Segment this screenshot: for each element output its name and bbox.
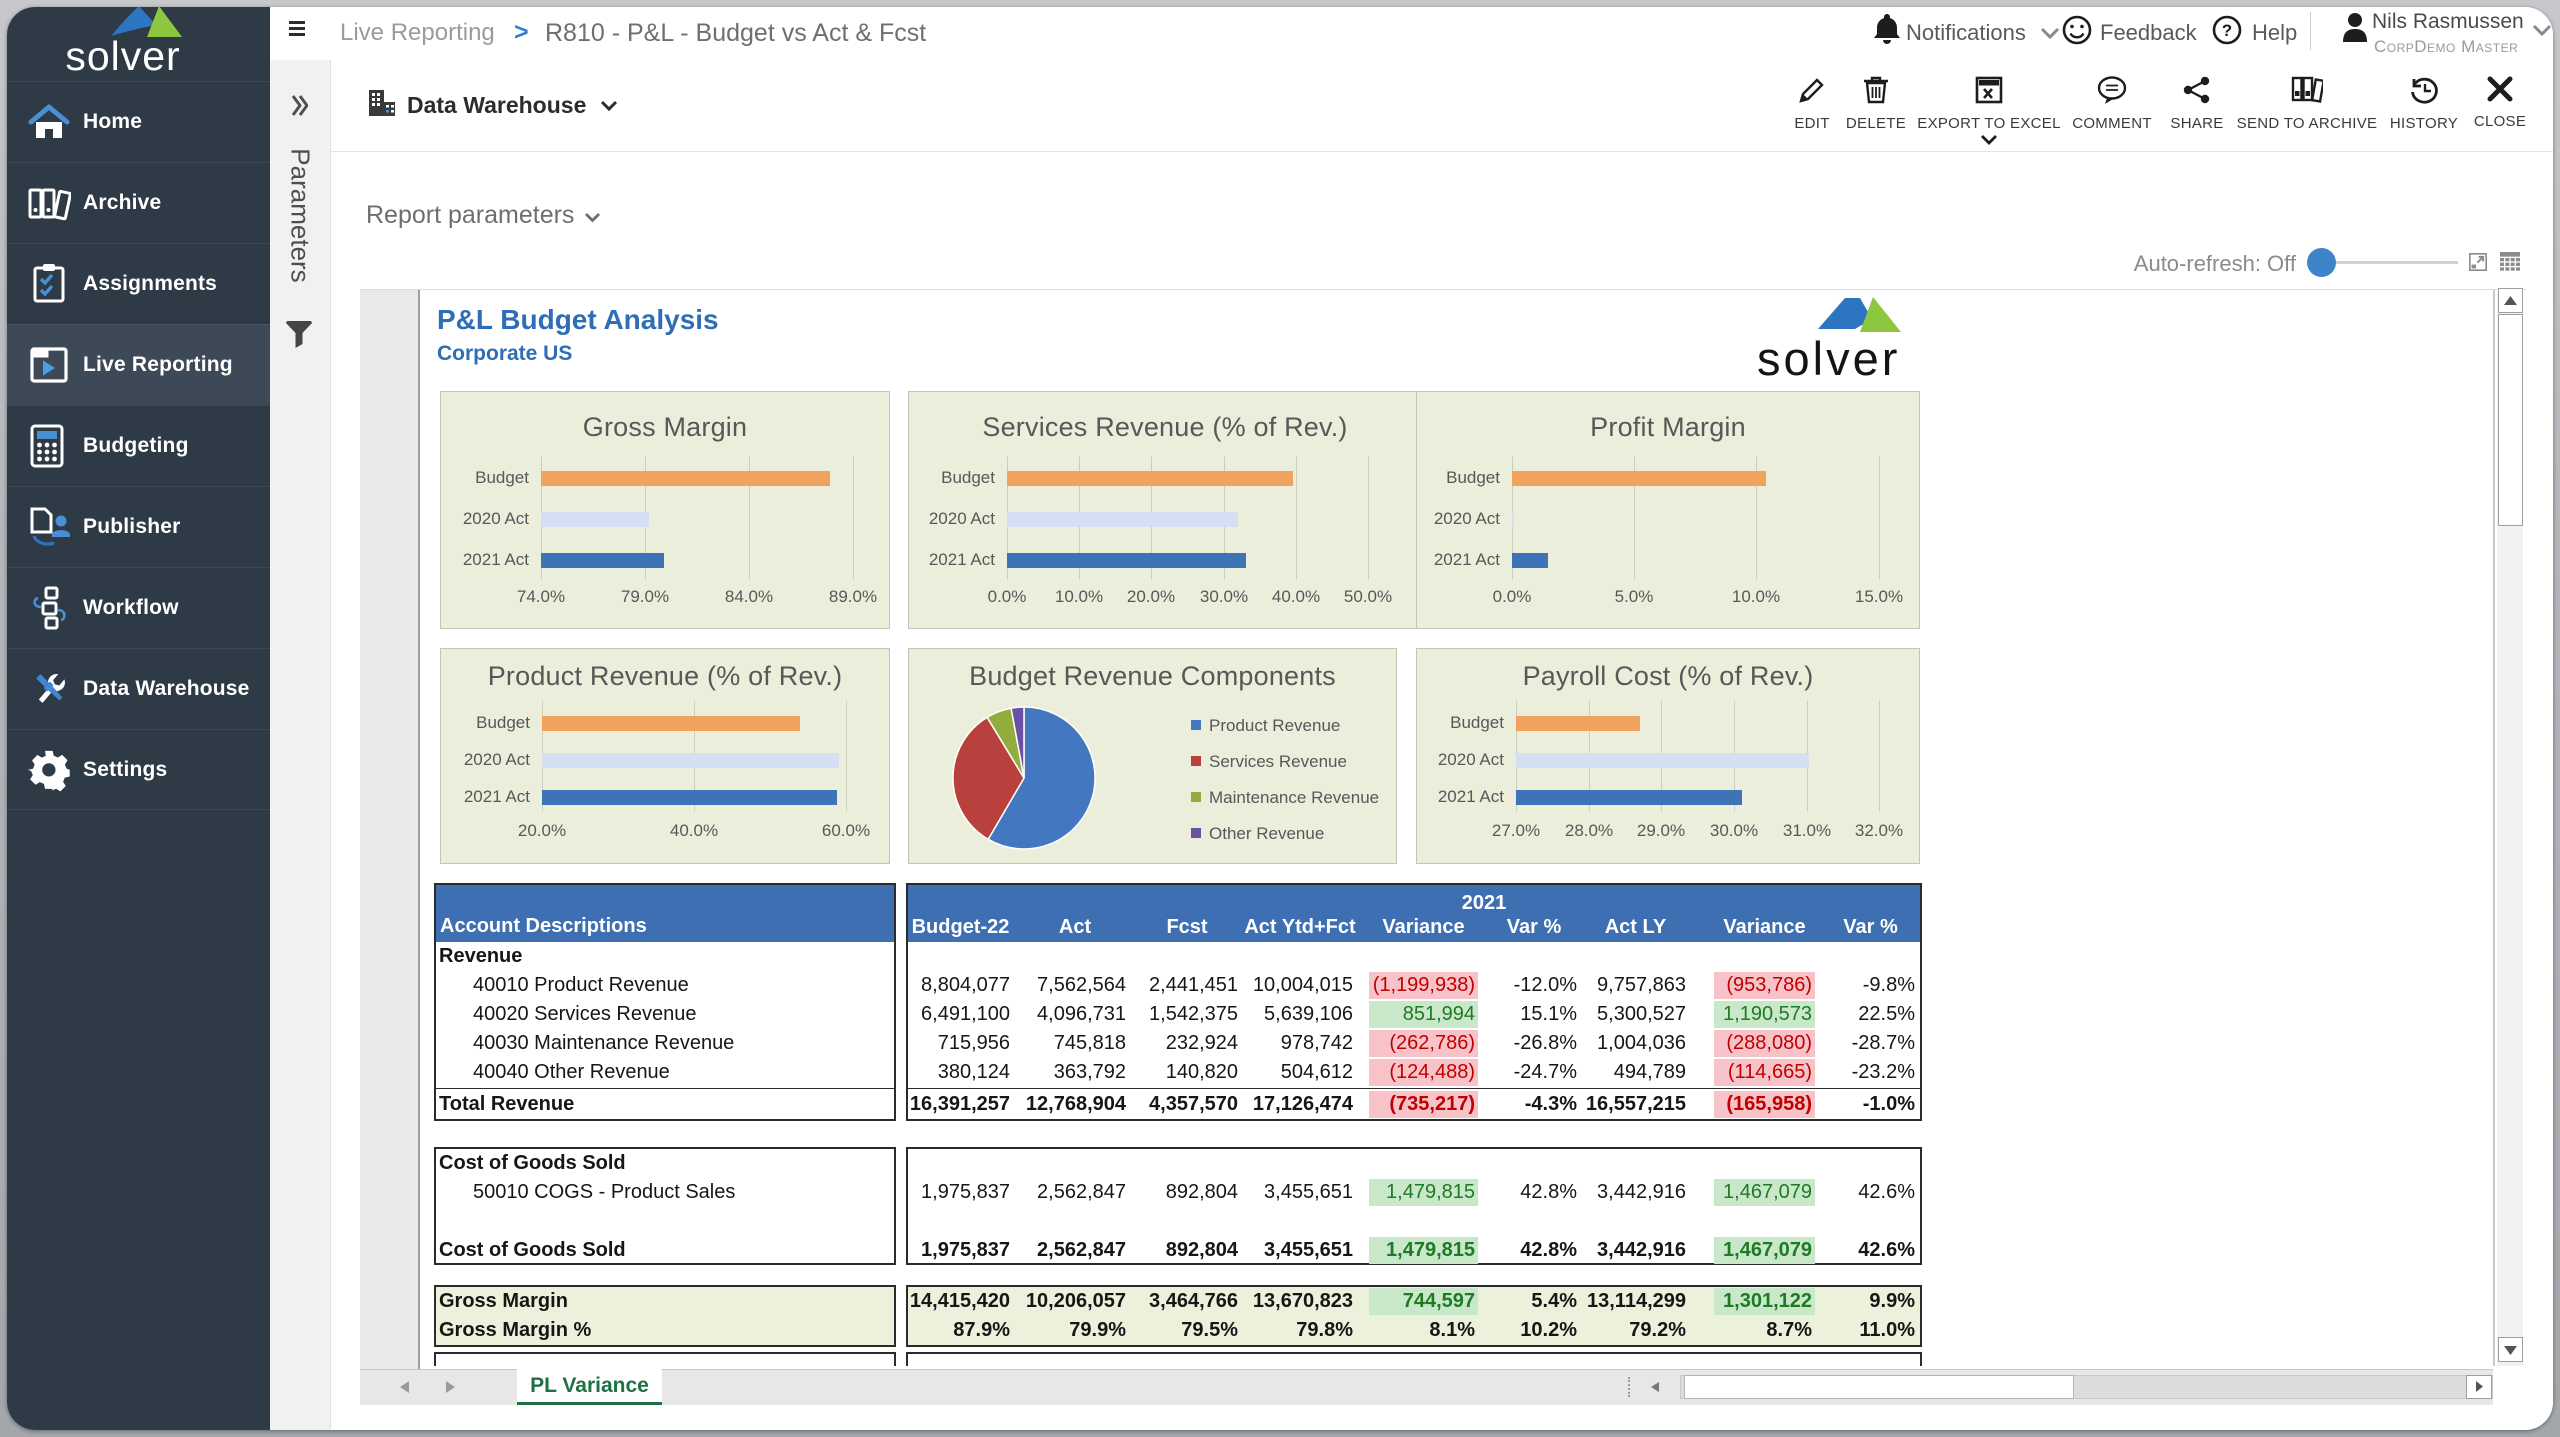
- svg-text:?: ?: [2222, 21, 2232, 40]
